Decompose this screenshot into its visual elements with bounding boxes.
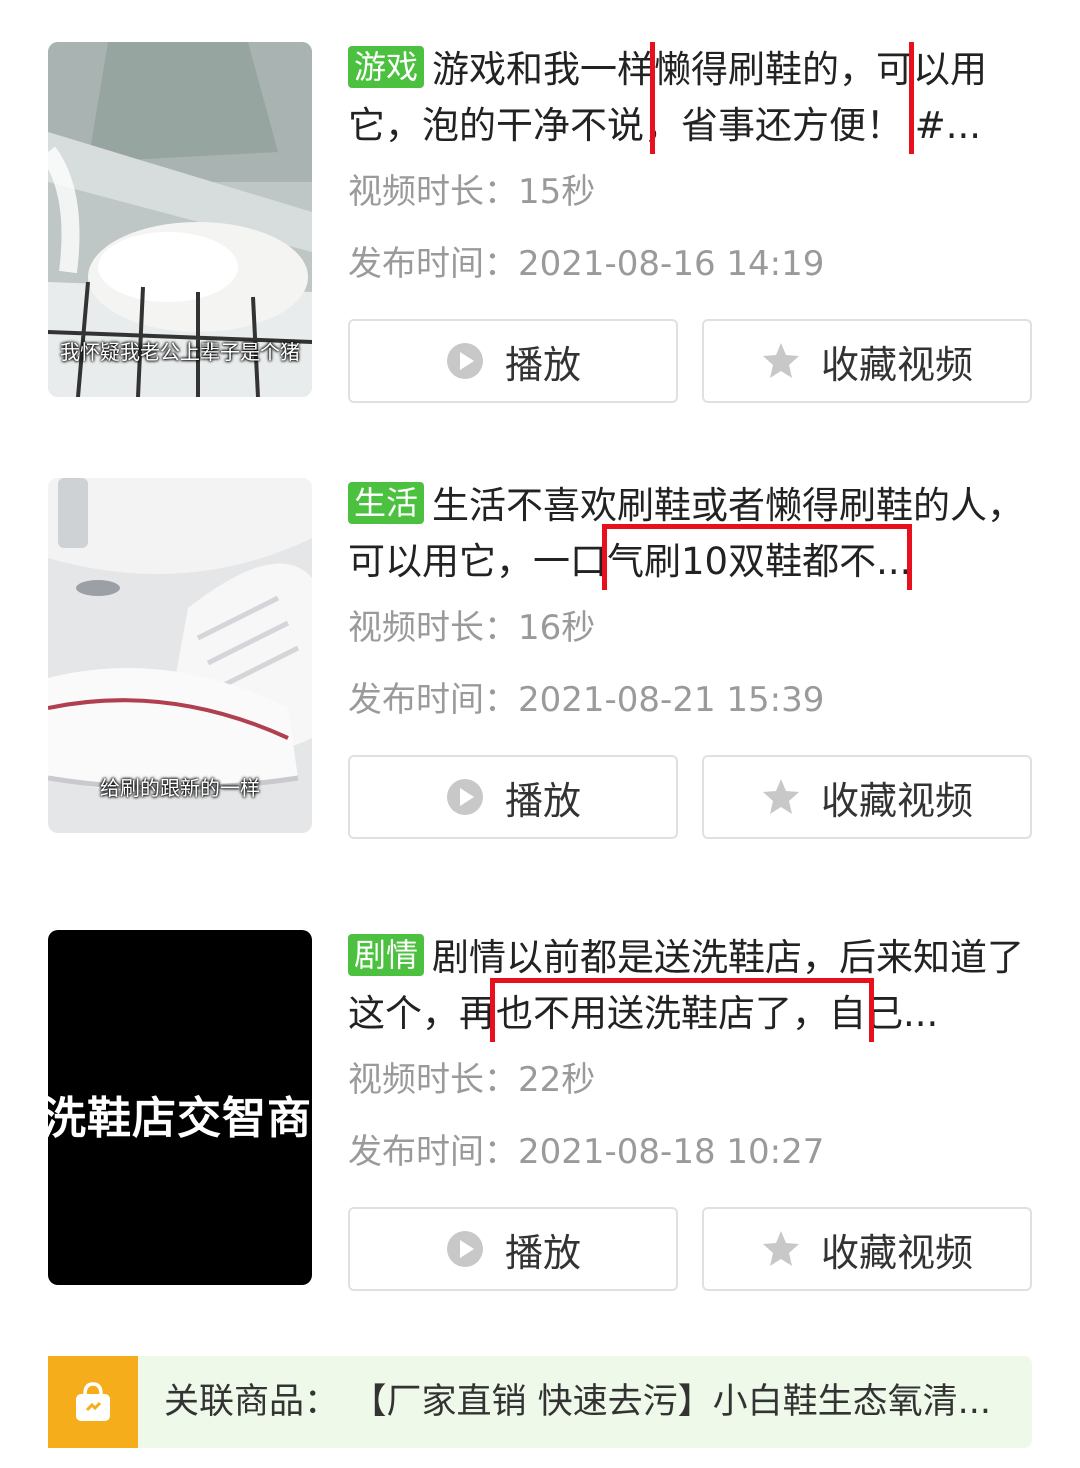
- video-card[interactable]: 洗鞋店交智商 剧情 剧情以前都是送洗鞋店，后来知道了这个，再也不用送洗鞋店了，自己…: [48, 930, 1038, 1291]
- video-thumbnail[interactable]: 我怀疑我老公上辈子是个猪: [48, 42, 312, 397]
- play-circle-icon: [446, 1231, 483, 1267]
- video-thumbnail[interactable]: 洗鞋店交智商: [48, 930, 312, 1285]
- thumbnail-caption: 洗鞋店交智商: [48, 1093, 312, 1144]
- video-info: 游戏 游戏和我一样懒得刷鞋的，可以用它，泡的干净不说，省事还方便！ #... 视频…: [348, 42, 1038, 284]
- video-duration: 视频时长：22秒: [348, 1060, 596, 1100]
- product-icon-box: [48, 1356, 138, 1448]
- play-button-label: 播放: [504, 778, 581, 823]
- play-button-label: 播放: [504, 1230, 581, 1275]
- video-card[interactable]: 我怀疑我老公上辈子是个猪 游戏 游戏和我一样懒得刷鞋的，可以用它，泡的干净不说，省…: [48, 42, 1038, 403]
- related-product-label: 关联商品：: [164, 1382, 340, 1422]
- star-icon: [762, 779, 799, 814]
- favorite-button-label: 收藏视频: [820, 342, 973, 387]
- highlight-annotation: [602, 524, 912, 590]
- play-button-label: 播放: [504, 342, 581, 387]
- category-tag: 生活: [348, 482, 425, 524]
- video-title[interactable]: 剧情 剧情以前都是送洗鞋店，后来知道了这个，再也不用送洗鞋店了，自己...: [348, 930, 1038, 1042]
- favorite-button-label: 收藏视频: [820, 1230, 973, 1275]
- video-duration: 视频时长：16秒: [348, 608, 596, 648]
- play-circle-icon: [446, 779, 483, 815]
- favorite-video-button[interactable]: 收藏视频: [702, 319, 1032, 403]
- video-publish-time: 发布时间：2021-08-16 14:19: [348, 244, 825, 284]
- related-product-bar[interactable]: 关联商品： 【厂家直销 快速去污】小白鞋生态氧清...: [48, 1356, 1032, 1448]
- video-title[interactable]: 生活 生活不喜欢刷鞋或者懒得刷鞋的人，可以用它，一口气刷10双鞋都不...: [348, 478, 1038, 590]
- play-button[interactable]: 播放: [348, 319, 678, 403]
- favorite-button-label: 收藏视频: [820, 778, 973, 823]
- star-icon: [762, 1231, 799, 1266]
- video-card[interactable]: 给刷的跟新的一样 生活 生活不喜欢刷鞋或者懒得刷鞋的人，可以用它，一口气刷10双鞋…: [48, 478, 1038, 839]
- video-thumbnail[interactable]: 给刷的跟新的一样: [48, 478, 312, 833]
- video-publish-time: 发布时间：2021-08-18 10:27: [348, 1132, 825, 1172]
- video-publish-time: 发布时间：2021-08-21 15:39: [348, 680, 825, 720]
- favorite-video-button[interactable]: 收藏视频: [702, 1207, 1032, 1291]
- category-tag: 游戏: [348, 46, 425, 88]
- thumbnail-caption: 我怀疑我老公上辈子是个猪: [60, 340, 300, 364]
- video-duration: 视频时长：15秒: [348, 172, 596, 212]
- favorite-video-button[interactable]: 收藏视频: [702, 755, 1032, 839]
- play-button[interactable]: 播放: [348, 1207, 678, 1291]
- shopping-bag-icon: [76, 1382, 110, 1421]
- video-title[interactable]: 游戏 游戏和我一样懒得刷鞋的，可以用它，泡的干净不说，省事还方便！ #...: [348, 42, 1038, 154]
- highlight-annotation: [650, 42, 914, 154]
- video-actions: 播放 收藏视频: [348, 1207, 1038, 1291]
- thumbnail-caption: 给刷的跟新的一样: [100, 776, 260, 800]
- video-actions: 播放 收藏视频: [348, 755, 1038, 839]
- star-icon: [762, 343, 799, 378]
- play-button[interactable]: 播放: [348, 755, 678, 839]
- category-tag: 剧情: [348, 934, 425, 976]
- play-circle-icon: [446, 343, 483, 379]
- video-info: 剧情 剧情以前都是送洗鞋店，后来知道了这个，再也不用送洗鞋店了，自己... 视频时…: [348, 930, 1038, 1172]
- related-product-name: 【厂家直销 快速去污】小白鞋生态氧清...: [369, 1382, 992, 1422]
- highlight-annotation: [490, 978, 874, 1042]
- video-actions: 播放 收藏视频: [348, 319, 1038, 403]
- related-product-text[interactable]: 关联商品： 【厂家直销 快速去污】小白鞋生态氧清...: [164, 1356, 991, 1448]
- video-info: 生活 生活不喜欢刷鞋或者懒得刷鞋的人，可以用它，一口气刷10双鞋都不... 视频时…: [348, 478, 1038, 720]
